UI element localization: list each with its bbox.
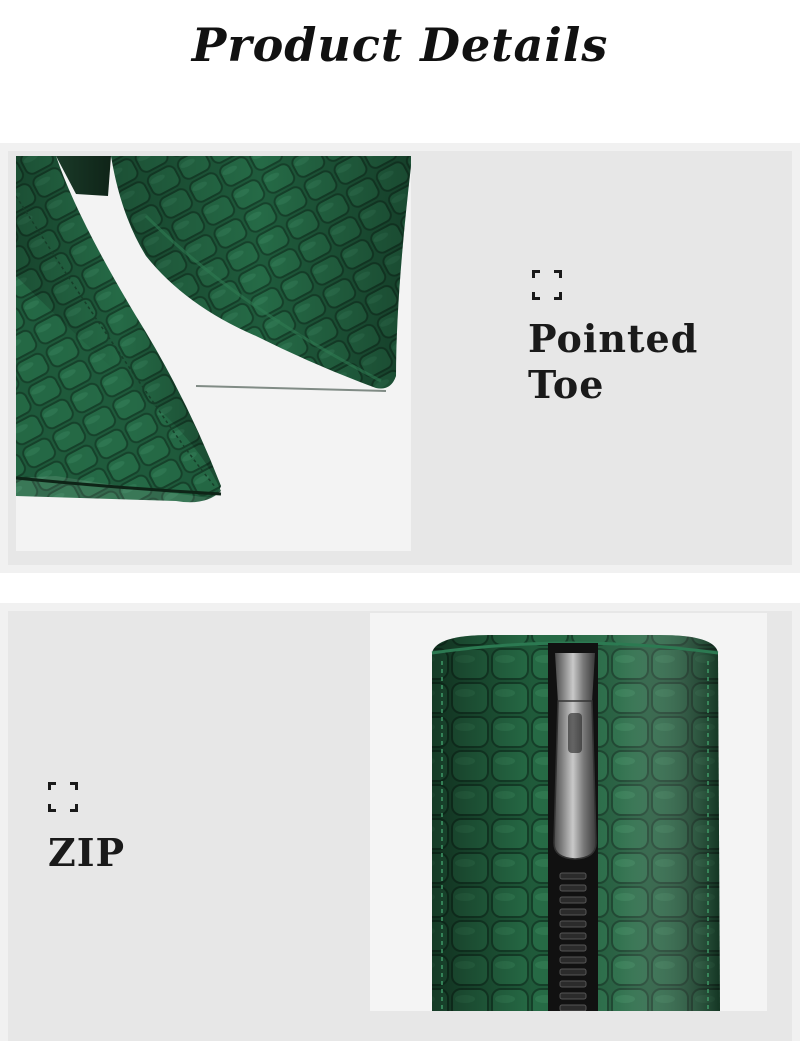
focus-corners-icon: [48, 782, 78, 812]
zip-photo: [370, 613, 767, 1011]
pointed-toe-photo: [16, 156, 411, 551]
pointed-toe-label-line2: Toe: [528, 362, 605, 407]
pointed-toe-label: Pointed Toe: [528, 316, 748, 408]
zip-label: ZIP: [48, 830, 126, 875]
pointed-toe-illustration: [16, 156, 411, 551]
page-title: Product Details: [191, 18, 609, 72]
focus-corners-icon: [532, 270, 562, 300]
zip-illustration: [370, 613, 767, 1011]
pointed-toe-label-line1: Pointed: [528, 316, 699, 361]
